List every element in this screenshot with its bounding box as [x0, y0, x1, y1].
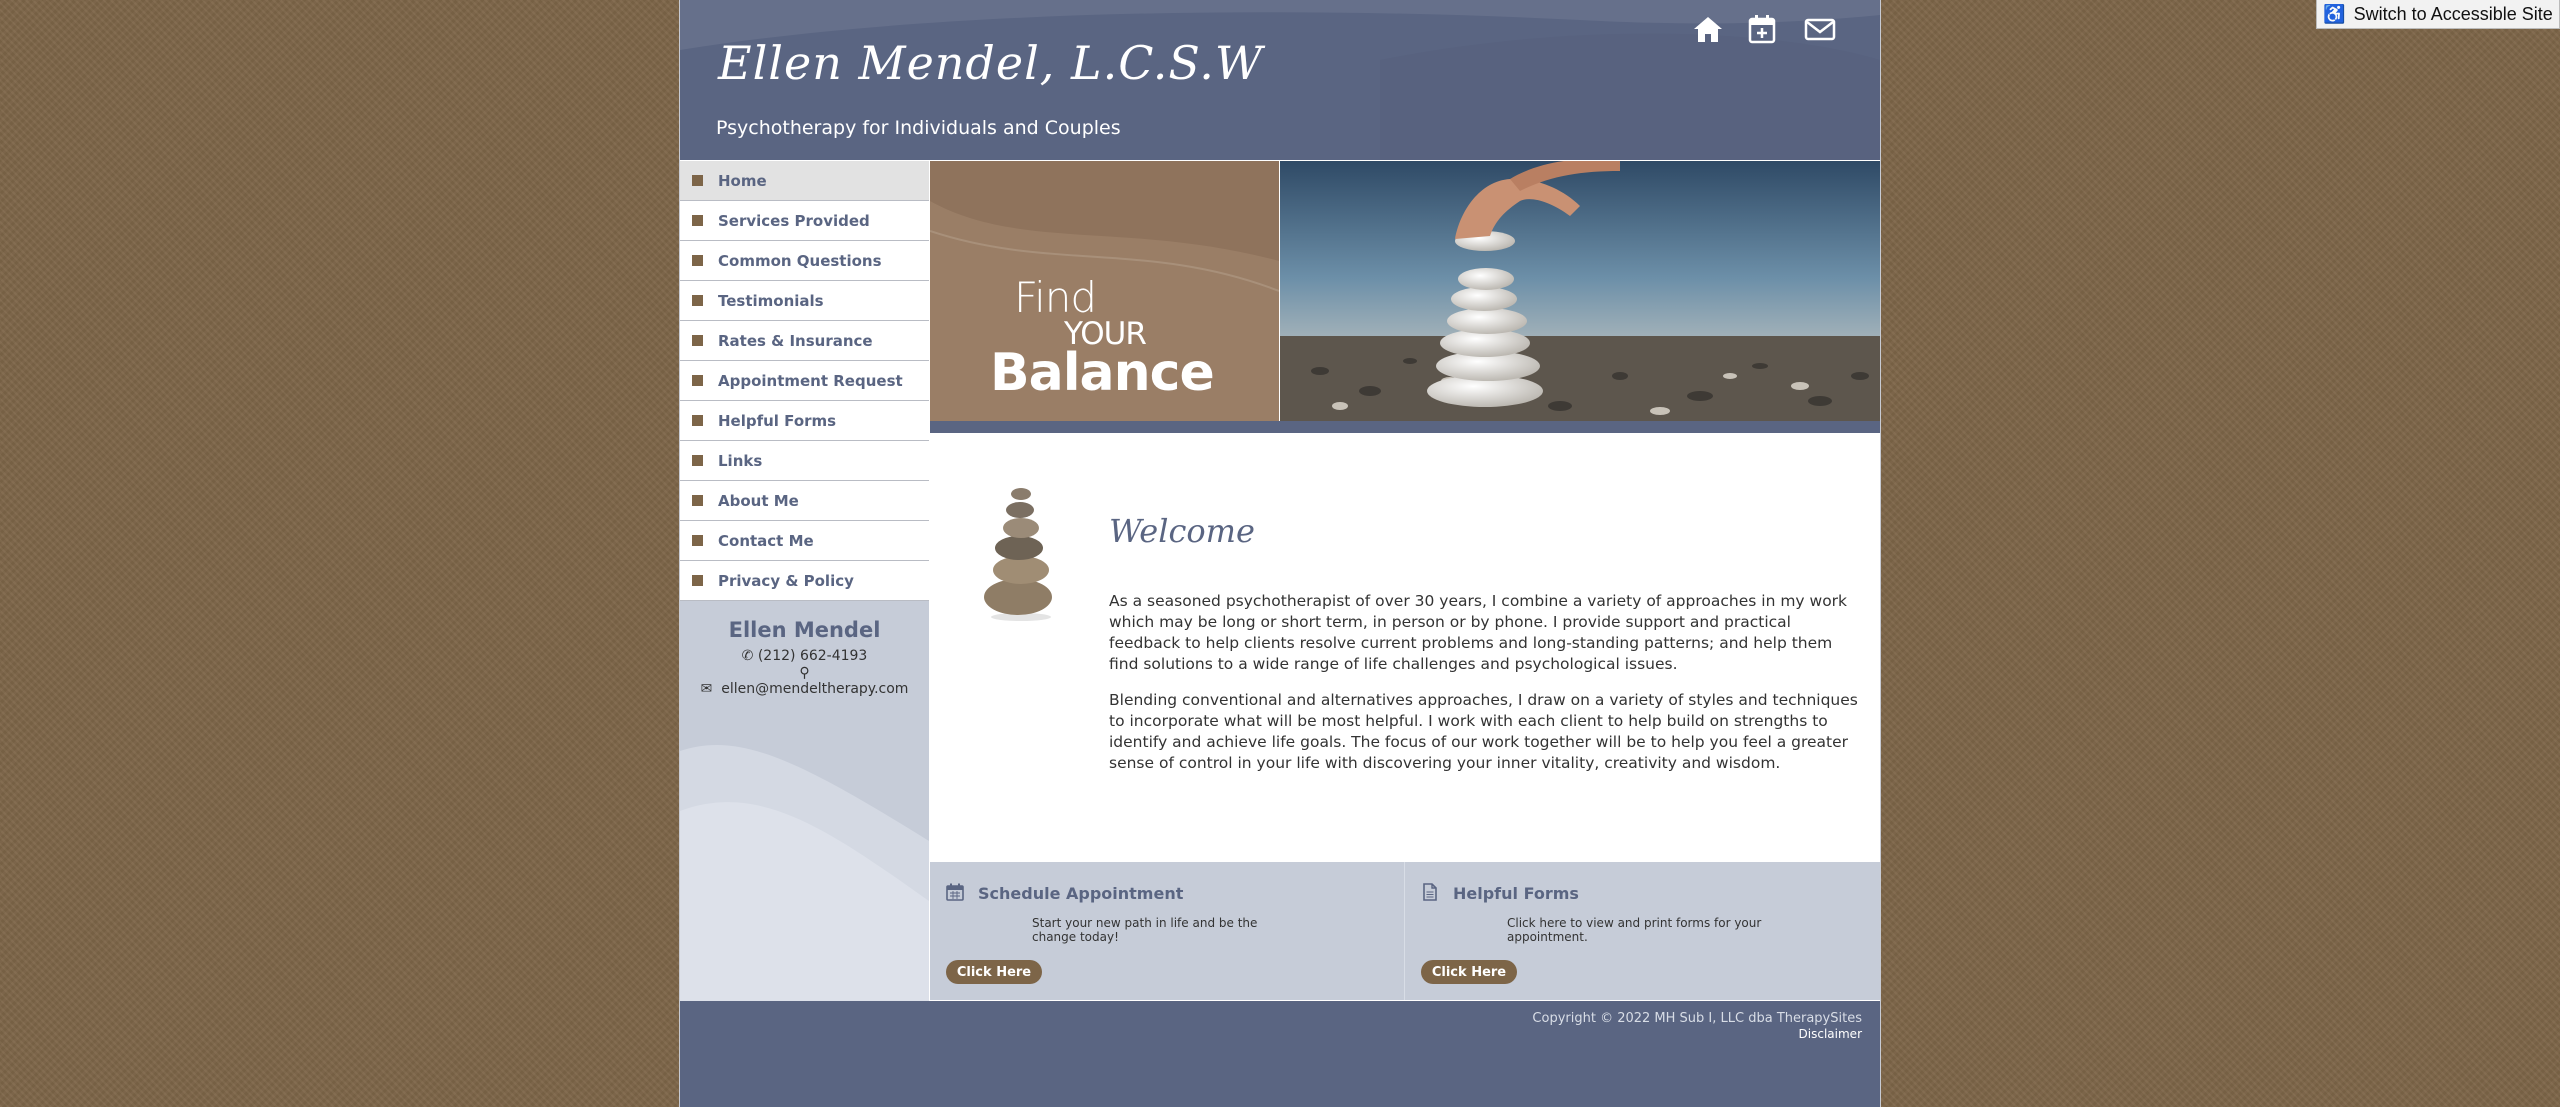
widget-text: Start your new path in life and be the c…	[1032, 916, 1258, 944]
schedule-appointment-widget: Schedule Appointment Start your new path…	[930, 862, 1404, 1000]
switch-accessible-button[interactable]: ♿ Switch to Accessible Site	[2316, 0, 2560, 29]
calendar-plus-icon[interactable]	[1748, 14, 1778, 44]
nav-item-label: Rates & Insurance	[718, 331, 873, 350]
site-header: Ellen Mendel, L.C.S.W Psychotherapy for …	[680, 0, 1880, 160]
nav-item-links[interactable]: Links	[680, 441, 929, 481]
nav-bullet	[692, 415, 703, 426]
nav-item-label: Privacy & Policy	[718, 571, 854, 590]
wheelchair-icon: ♿	[2323, 3, 2346, 24]
calendar-icon	[946, 883, 964, 901]
forms-click-here-button[interactable]: Click Here	[1421, 960, 1517, 984]
map-pin-icon[interactable]: ⚲	[680, 665, 929, 681]
phone-icon: ✆	[741, 648, 754, 664]
contact-box: Ellen Mendel ✆ (212) 662-4193 ⚲ ✉ ellen@…	[680, 601, 929, 1001]
welcome-paragraph-1: As a seasoned psychotherapist of over 30…	[1109, 592, 1848, 673]
widget-title[interactable]: Schedule Appointment	[978, 884, 1183, 903]
envelope-small-icon: ✉	[700, 681, 713, 697]
nav-item-appointment[interactable]: Appointment Request	[680, 361, 929, 401]
document-icon	[1423, 883, 1437, 901]
hero-banner: Find YOUR Balance	[930, 161, 1880, 421]
contact-phone-number: (212) 662-4193	[757, 648, 868, 664]
schedule-click-here-button[interactable]: Click Here	[946, 960, 1042, 984]
banner-accent-bar	[930, 421, 1880, 433]
site-tagline: Psychotherapy for Individuals and Couple…	[716, 117, 1121, 139]
nav-item-label: Links	[718, 451, 763, 470]
site-footer: Copyright © 2022 MH Sub I, LLC dba Thera…	[680, 1001, 1880, 1107]
stacked-stones-photo	[1280, 161, 1880, 421]
contact-name: Ellen Mendel	[728, 618, 881, 642]
widget-title[interactable]: Helpful Forms	[1453, 884, 1579, 903]
welcome-heading: Welcome	[1109, 512, 1255, 550]
site-title[interactable]: Ellen Mendel, L.C.S.W	[718, 36, 1263, 90]
banner-balance-text: Balance	[990, 343, 1215, 403]
nav-bullet	[692, 535, 703, 546]
nav-item-rates[interactable]: Rates & Insurance	[680, 321, 929, 361]
banner-find-text: Find	[1014, 273, 1097, 322]
home-icon[interactable]	[1692, 14, 1722, 44]
stone-stack-image	[976, 482, 1066, 622]
nav-bullet	[692, 335, 703, 346]
widget-text: Click here to view and print forms for y…	[1507, 916, 1762, 944]
nav-item-label: Home	[718, 171, 767, 190]
nav-item-label: Helpful Forms	[718, 411, 837, 430]
nav-item-label: Appointment Request	[718, 371, 903, 390]
nav-bullet	[692, 455, 703, 466]
nav-item-label: Common Questions	[718, 251, 882, 270]
sidebar: Home Services Provided Common Questions …	[680, 161, 929, 1001]
nav-item-about[interactable]: About Me	[680, 481, 929, 521]
nav-item-home[interactable]: Home	[680, 161, 929, 201]
nav-bullet	[692, 175, 703, 186]
helpful-forms-widget: Helpful Forms Click here to view and pri…	[1405, 862, 1879, 1000]
nav-item-label: Services Provided	[718, 211, 870, 230]
nav-bullet	[692, 215, 703, 226]
nav-item-common-questions[interactable]: Common Questions	[680, 241, 929, 281]
nav-item-helpful-forms[interactable]: Helpful Forms	[680, 401, 929, 441]
nav-item-privacy[interactable]: Privacy & Policy	[680, 561, 929, 601]
contact-email-address: ellen@mendeltherapy.com	[721, 681, 909, 697]
nav-bullet	[692, 255, 703, 266]
disclaimer-link[interactable]: Disclaimer	[1799, 1027, 1862, 1041]
contact-phone[interactable]: ✆ (212) 662-4193	[680, 648, 929, 664]
nav-bullet	[692, 375, 703, 386]
nav-bullet	[692, 495, 703, 506]
site-container: Ellen Mendel, L.C.S.W Psychotherapy for …	[679, 0, 1881, 1107]
nav-item-label: About Me	[718, 491, 799, 510]
nav-item-label: Testimonials	[718, 291, 824, 310]
welcome-paragraph-2: Blending conventional and alternatives a…	[1109, 691, 1858, 772]
nav-bullet	[692, 575, 703, 586]
envelope-icon[interactable]	[1804, 14, 1836, 44]
callout-widgets: Schedule Appointment Start your new path…	[930, 862, 1880, 1000]
nav-item-testimonials[interactable]: Testimonials	[680, 281, 929, 321]
nav-item-contact[interactable]: Contact Me	[680, 521, 929, 561]
header-icon-bar	[1692, 14, 1836, 44]
contact-email[interactable]: ✉ ellen@mendeltherapy.com	[680, 681, 929, 697]
switch-accessible-label: Switch to Accessible Site	[2353, 3, 2553, 24]
banner-text-panel: Find YOUR Balance	[930, 161, 1279, 421]
nav-item-label: Contact Me	[718, 531, 814, 550]
main-nav: Home Services Provided Common Questions …	[680, 161, 929, 601]
nav-item-services[interactable]: Services Provided	[680, 201, 929, 241]
nav-bullet	[692, 295, 703, 306]
copyright-text: Copyright © 2022 MH Sub I, LLC dba Thera…	[1532, 1011, 1862, 1026]
